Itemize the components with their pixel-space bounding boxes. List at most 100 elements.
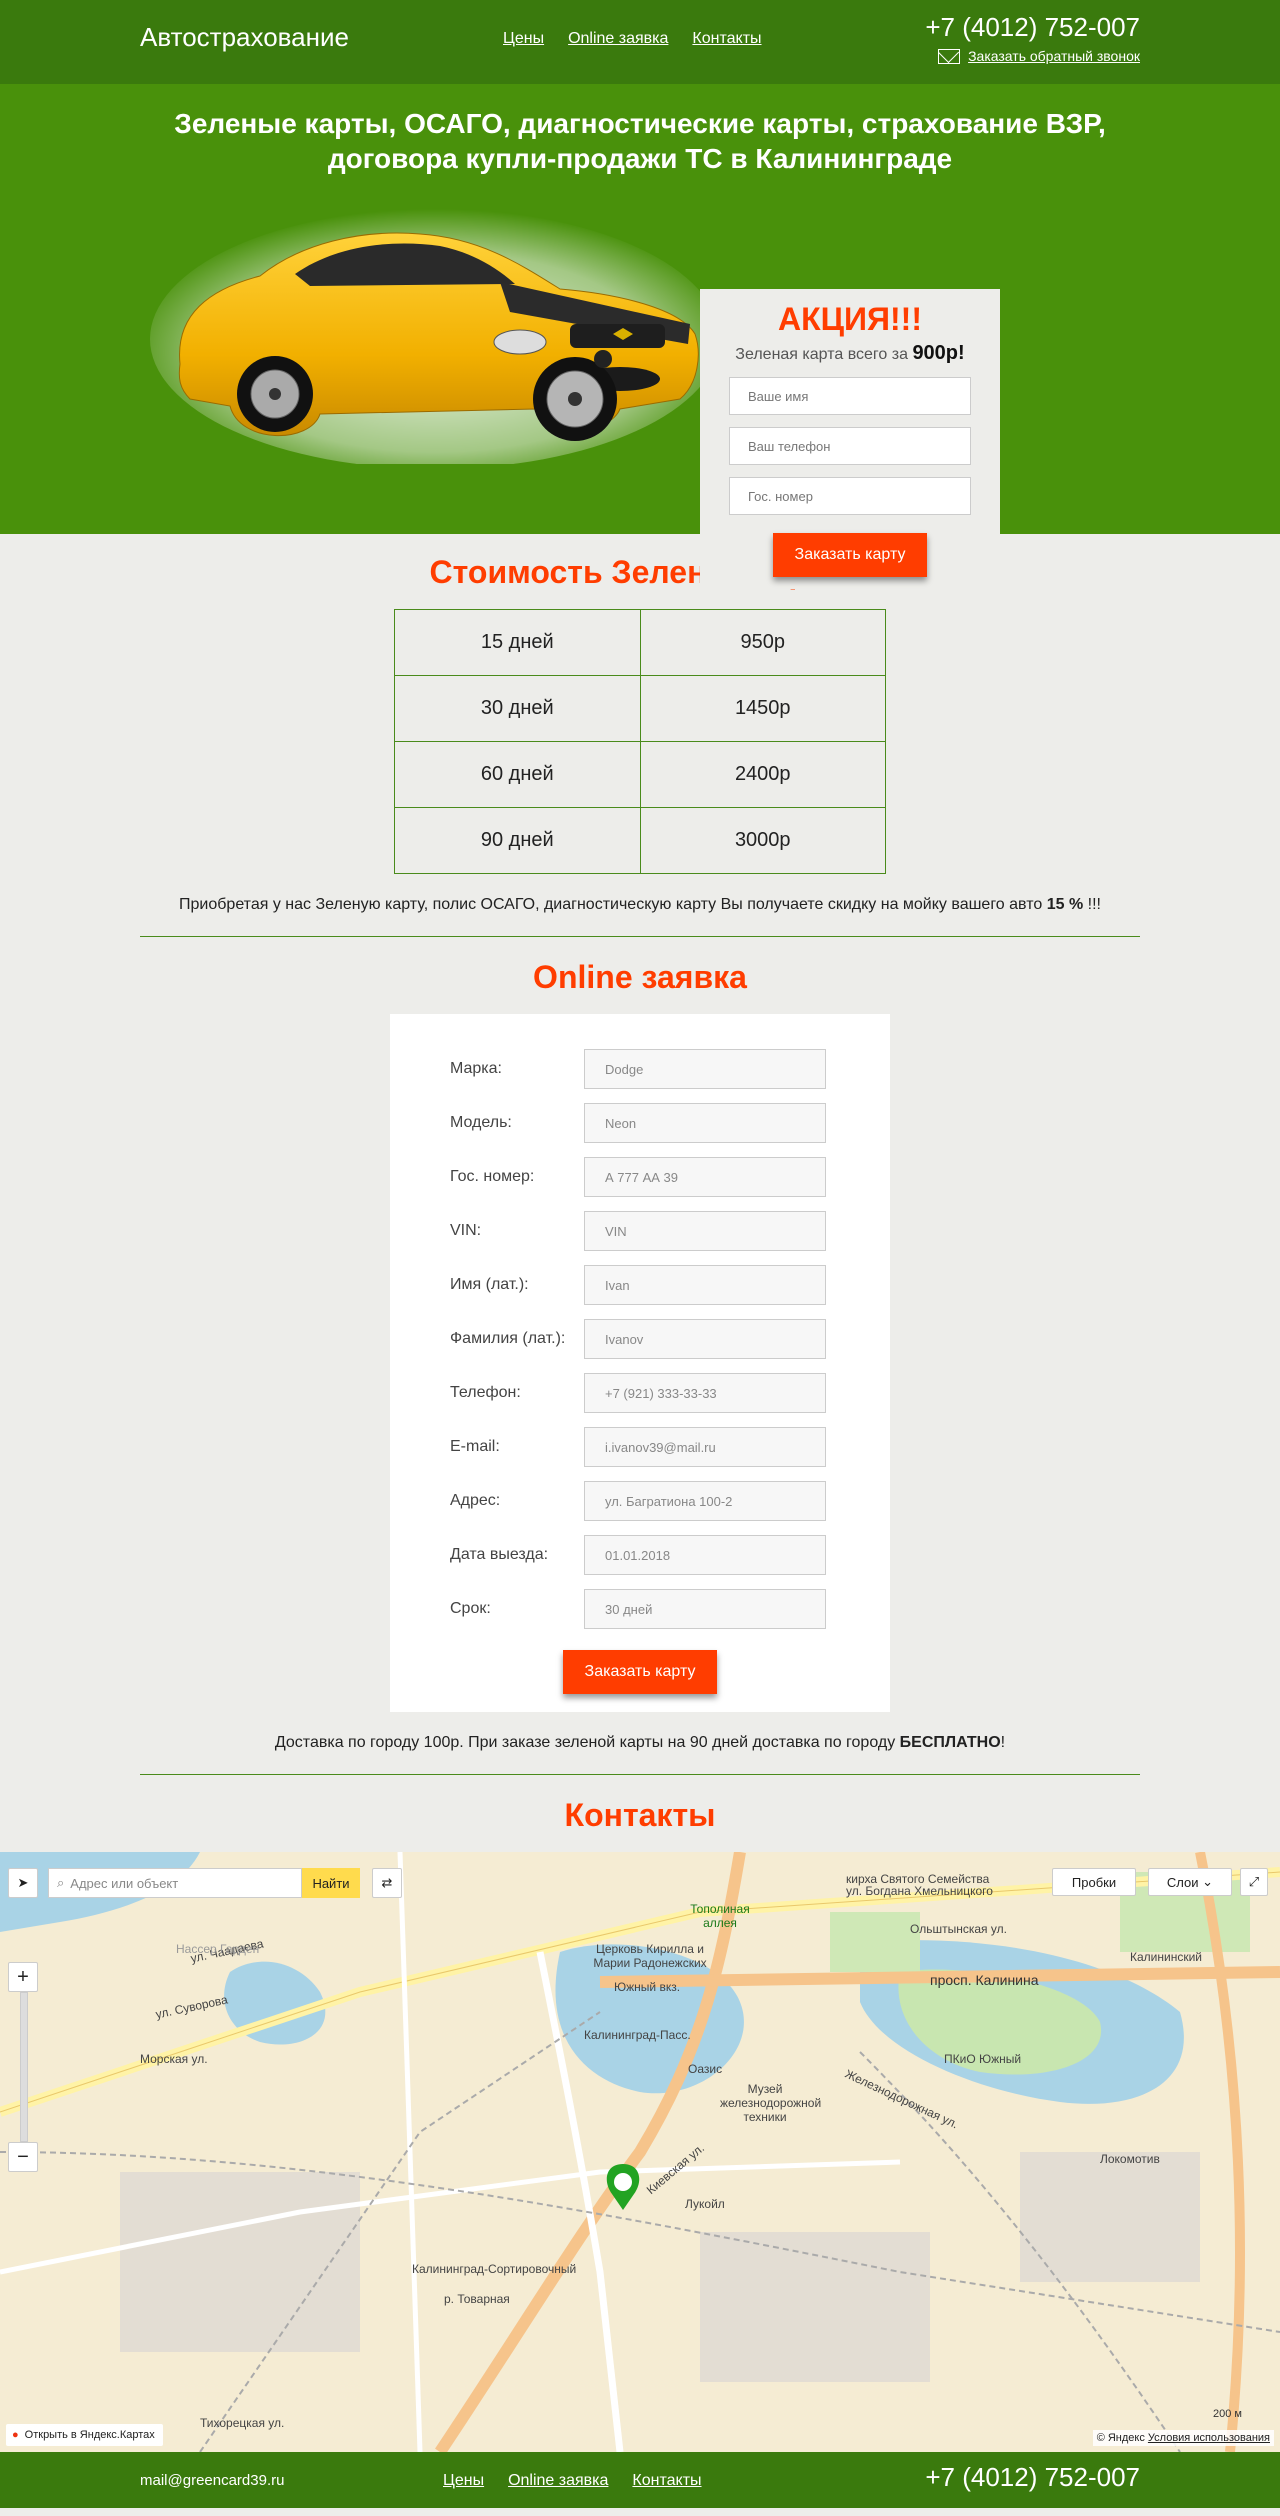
price-row: 15 дней 950р	[394, 609, 886, 676]
map-label: ПКиО Южный	[944, 2052, 1022, 2066]
footer-link-contacts[interactable]: Контакты	[632, 2472, 701, 2490]
form-row-phone: Телефон:	[390, 1366, 890, 1420]
form-row-last-name: Фамилия (лат.):	[390, 1312, 890, 1366]
order-card-button[interactable]: Заказать карту	[562, 1650, 718, 1694]
discount-note-text: Приобретая у нас Зеленую карту, полис ОС…	[179, 896, 1043, 913]
discount-note: Приобретая у нас Зеленую карту, полис ОС…	[0, 896, 1280, 914]
map-search-button[interactable]: Найти	[302, 1868, 360, 1898]
map-search-placeholder: Адрес или объект	[70, 1875, 179, 1891]
promo-name-input[interactable]	[729, 377, 971, 415]
promo-subtitle-text: Зеленая карта всего за	[735, 346, 908, 363]
location-marker-dot	[614, 2173, 632, 2191]
promo-subtitle: Зеленая карта всего за 900р!	[700, 342, 1000, 365]
nav-link-contacts[interactable]: Контакты	[692, 30, 761, 48]
form-row-brand: Марка:	[390, 1042, 890, 1096]
map-pin-icon: ●	[12, 2429, 19, 2441]
first-name-input[interactable]	[584, 1265, 826, 1305]
field-label: VIN:	[450, 1222, 482, 1239]
map-scale: 200 м	[1213, 2408, 1242, 2420]
form-button-wrap: Заказать карту	[390, 1650, 890, 1694]
price-title: Стоимость Зеленой карты	[429, 554, 851, 590]
delivery-note: Доставка по городу 100р. При заказе зеле…	[0, 1734, 1280, 1752]
term-input[interactable]	[584, 1589, 826, 1629]
vin-input[interactable]	[584, 1211, 826, 1251]
map-area	[120, 2172, 360, 2352]
price-value: 2400р	[639, 741, 886, 808]
callback-link-wrap: Заказать обратный звонок	[938, 48, 1140, 64]
online-request-form: Марка: Модель: Гос. номер: VIN: Имя (лат…	[390, 1014, 890, 1712]
footer-phone[interactable]: +7 (4012) 752-007	[925, 2462, 1140, 2493]
brand-input[interactable]	[584, 1049, 826, 1089]
terms-link[interactable]: Условия использования	[1148, 2432, 1270, 2444]
price-value: 1450р	[639, 675, 886, 742]
field-label: E-mail:	[450, 1438, 500, 1455]
search-icon: ⌕	[57, 1875, 65, 1890]
online-title: Online заявка	[533, 959, 747, 995]
map-label: Музей железнодорожной техники	[720, 2082, 822, 2124]
nav-link-prices[interactable]: Цены	[503, 30, 544, 48]
hero-section: Зеленые карты, ОСАГО, диагностические ка…	[0, 84, 1280, 589]
map-label: Калининский	[1130, 1950, 1202, 1964]
map-label: Оазис	[688, 2062, 723, 2076]
delivery-note-text: Доставка по городу 100р. При заказе зеле…	[274, 1734, 896, 1751]
field-label: Адрес:	[450, 1492, 501, 1509]
price-period: 15 дней	[394, 609, 641, 676]
geolocation-icon[interactable]: ➤	[8, 1868, 38, 1898]
map-label: ул. Богдана Хмельницкого	[846, 1884, 993, 1898]
yandex-map[interactable]: ⌕ Адрес или объект Найти ➤ ⇄ Пробки Слои …	[0, 1852, 1280, 2452]
address-input[interactable]	[584, 1481, 826, 1521]
map-label: Южный вкз.	[614, 1980, 681, 1994]
zoom-out-button[interactable]: −	[8, 2142, 38, 2172]
form-row-email: E-mail:	[390, 1420, 890, 1474]
promo-plate-input[interactable]	[729, 477, 971, 515]
map-park	[830, 1912, 920, 1972]
map-label: р. Товарная	[444, 2292, 510, 2306]
zoom-slider[interactable]	[20, 1992, 28, 2142]
site-logo[interactable]: Автострахование	[140, 22, 349, 53]
nav-link-online-request[interactable]: Online заявка	[568, 30, 668, 48]
form-row-plate: Гос. номер:	[390, 1150, 890, 1204]
email-input[interactable]	[584, 1427, 826, 1467]
promo-title: АКЦИЯ!!!	[778, 301, 922, 337]
price-row: 60 дней 2400р	[394, 741, 886, 808]
map-label: Тихорецкая ул.	[200, 2416, 285, 2430]
price-value: 950р	[639, 609, 886, 676]
fullscreen-icon[interactable]: ⤢	[1240, 1868, 1268, 1896]
map-search-input[interactable]: ⌕ Адрес или объект	[48, 1868, 302, 1898]
route-icon[interactable]: ⇄	[372, 1868, 402, 1898]
form-row-departure-date: Дата выезда:	[390, 1528, 890, 1582]
header-phone[interactable]: +7 (4012) 752-007	[925, 12, 1140, 43]
callback-link[interactable]: Заказать обратный звонок	[968, 48, 1140, 64]
promo-phone-input[interactable]	[729, 427, 971, 465]
map-label: Лукойл	[685, 2197, 725, 2211]
site-footer: mail@greencard39.ru Цены Online заявка К…	[0, 2452, 1280, 2508]
open-in-yandex-link[interactable]: ● Открыть в Яндекс.Картах	[6, 2424, 163, 2446]
map-label: просп. Калинина	[930, 1972, 1039, 1988]
form-row-address: Адрес:	[390, 1474, 890, 1528]
footer-email[interactable]: mail@greencard39.ru	[140, 2472, 284, 2489]
map-label: Церковь Кирилла и Марии Радонежских	[593, 1942, 707, 1970]
promo-price: 900р!	[912, 342, 965, 364]
map-copyright: © Яндекс Условия использования	[1092, 2430, 1274, 2446]
departure-date-input[interactable]	[584, 1535, 826, 1575]
map-label: Нассер Гарден	[176, 1942, 260, 1956]
map-label: Калининград-Пасс.	[584, 2028, 691, 2042]
layers-button[interactable]: Слои ⌄	[1148, 1868, 1232, 1896]
plate-input[interactable]	[584, 1157, 826, 1197]
footer-link-online-request[interactable]: Online заявка	[508, 2472, 608, 2490]
phone-input[interactable]	[584, 1373, 826, 1413]
map-area	[1020, 2152, 1200, 2282]
zoom-in-button[interactable]: +	[8, 1962, 38, 1992]
model-input[interactable]	[584, 1103, 826, 1143]
promo-order-button[interactable]: Заказать карту	[772, 533, 928, 577]
map-label: Ольштынская ул.	[910, 1922, 1007, 1936]
main-nav: Цены Online заявка Контакты	[503, 30, 762, 48]
last-name-input[interactable]	[584, 1319, 826, 1359]
copyright-text: © Яндекс	[1096, 2432, 1145, 2444]
traffic-button[interactable]: Пробки	[1052, 1868, 1136, 1896]
open-in-yandex-label: Открыть в Яндекс.Картах	[24, 2429, 155, 2441]
discount-note-end: !!!	[1087, 896, 1101, 913]
field-label: Марка:	[450, 1060, 502, 1077]
price-table: 15 дней 950р 30 дней 1450р 60 дней 2400р 90…	[394, 609, 886, 874]
footer-link-prices[interactable]: Цены	[443, 2472, 484, 2490]
